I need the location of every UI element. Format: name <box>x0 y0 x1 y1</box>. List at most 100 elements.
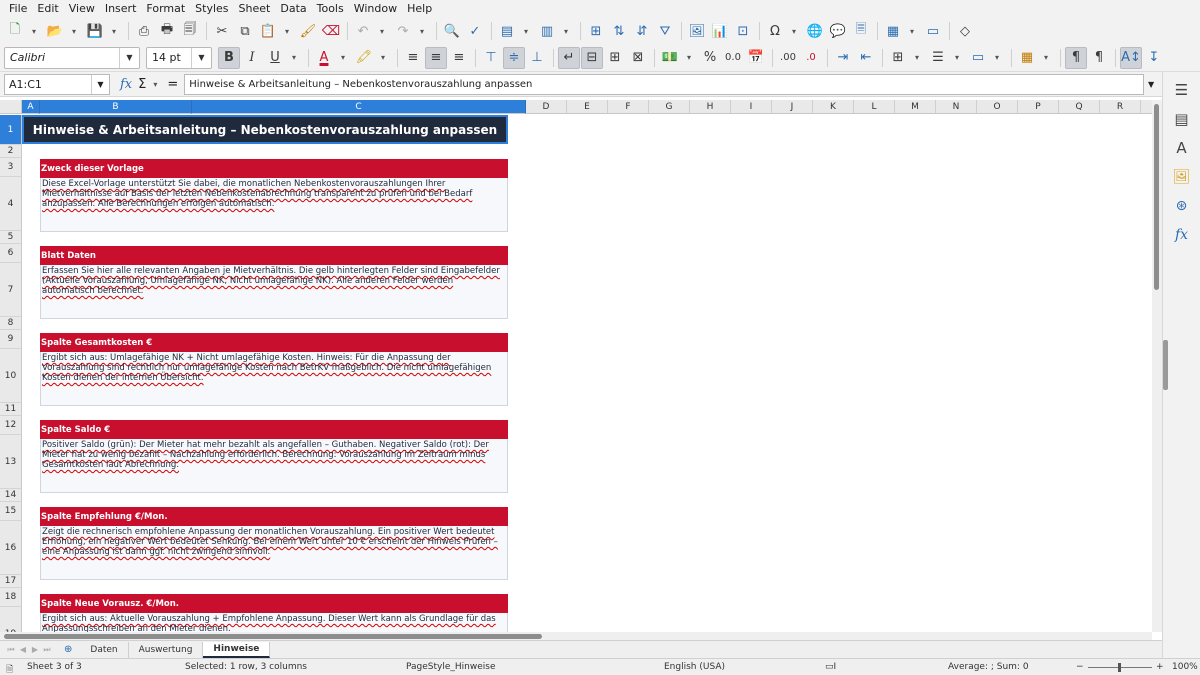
section-body[interactable]: Ergibt sich aus: Aktuelle Vorauszahlung … <box>40 613 508 632</box>
menu-format[interactable]: Format <box>141 2 190 15</box>
border-style-dropdown-icon[interactable]: ▾ <box>950 47 964 69</box>
zoom-in-icon[interactable]: + <box>1156 662 1164 672</box>
special-character-icon[interactable]: Ω <box>764 20 786 42</box>
date-format-icon[interactable]: 📅 <box>745 47 767 69</box>
export-pdf-icon[interactable]: ⎙ <box>133 20 155 42</box>
add-decimal-icon[interactable]: .00 <box>777 47 799 69</box>
underline-dropdown-icon[interactable]: ▾ <box>287 47 301 69</box>
conditional-format-icon[interactable]: ▦ <box>1016 47 1038 69</box>
column-header-o[interactable]: O <box>977 100 1018 114</box>
row-header-3[interactable]: 3 <box>0 158 22 177</box>
previous-sheet-icon[interactable]: ◀ <box>18 645 28 654</box>
row-dropdown-icon[interactable]: ▾ <box>519 20 533 42</box>
chevron-down-icon[interactable]: ▼ <box>191 47 211 68</box>
text-vertical-icon[interactable]: A↕ <box>1120 46 1142 69</box>
freeze-rows-icon[interactable]: ▭ <box>922 20 944 42</box>
row-header-14[interactable]: 14 <box>0 489 22 502</box>
row-icon[interactable]: ▤ <box>496 20 518 42</box>
menu-window[interactable]: Window <box>349 2 402 15</box>
align-left-icon[interactable]: ≡ <box>402 47 424 69</box>
delete-decimal-icon[interactable]: .0 <box>800 47 822 69</box>
vertical-scroll-thumb[interactable] <box>1154 104 1159 290</box>
menu-view[interactable]: View <box>64 2 100 15</box>
chevron-down-icon[interactable]: ▼ <box>91 74 109 94</box>
select-all-corner[interactable] <box>0 100 22 114</box>
menu-tools[interactable]: Tools <box>312 2 349 15</box>
align-middle-icon[interactable]: ≑ <box>503 46 525 69</box>
horizontal-scrollbar[interactable] <box>0 632 1152 640</box>
menu-insert[interactable]: Insert <box>100 2 142 15</box>
wrap-text-icon[interactable]: ↵ <box>558 46 580 69</box>
currency-dropdown-icon[interactable]: ▾ <box>682 47 696 69</box>
row-header-17[interactable]: 17 <box>0 575 22 588</box>
decrease-indent-icon[interactable]: ⇤ <box>855 47 877 69</box>
align-center-icon[interactable]: ≡ <box>425 46 447 69</box>
row-header-6[interactable]: 6 <box>0 244 22 263</box>
document-modified-icon[interactable]: 🗎 <box>6 662 13 675</box>
save-dropdown-icon[interactable]: ▾ <box>107 20 121 42</box>
sum-icon[interactable]: Σ <box>136 77 148 92</box>
section-body[interactable]: Ergibt sich aus: Umlagefähige NK + Nicht… <box>40 352 508 406</box>
row-header-12[interactable]: 12 <box>0 416 22 435</box>
text-direction-ltr-icon[interactable]: ¶ <box>1065 46 1087 69</box>
font-color-icon[interactable]: A <box>313 47 335 69</box>
spelling-icon[interactable]: ✓ <box>464 20 486 42</box>
status-sum[interactable]: Average: ; Sum: 0 <box>948 662 1029 672</box>
header-footer-icon[interactable]: 🗏 <box>850 20 872 42</box>
column-dropdown-icon[interactable]: ▾ <box>559 20 573 42</box>
insert-image-icon[interactable]: 🖼 <box>686 20 708 42</box>
last-sheet-icon[interactable]: ⏭ <box>42 645 52 655</box>
conditional-format-dropdown-icon[interactable]: ▾ <box>1039 47 1053 69</box>
font-size-box[interactable]: 14 pt ▼ <box>146 46 212 69</box>
open-dropdown-icon[interactable]: ▾ <box>67 20 81 42</box>
column-header-e[interactable]: E <box>567 100 608 114</box>
pivot-table-icon[interactable]: ⊡ <box>732 20 754 42</box>
align-right-icon[interactable]: ≡ <box>448 47 470 69</box>
row-header-9[interactable]: 9 <box>0 330 22 349</box>
align-bottom-icon[interactable]: ⊥ <box>526 47 548 69</box>
row-header-15[interactable]: 15 <box>0 502 22 521</box>
status-language[interactable]: English (USA) <box>664 662 725 672</box>
zoom-slider-thumb[interactable] <box>1118 663 1121 672</box>
clone-formatting-icon[interactable]: 🖌 <box>297 20 319 42</box>
menu-help[interactable]: Help <box>402 2 437 15</box>
row-header-4[interactable]: 4 <box>0 177 22 231</box>
column-header-h[interactable]: H <box>690 100 731 114</box>
section-body[interactable]: Positiver Saldo (grün): Der Mieter hat m… <box>40 439 508 493</box>
column-header-d[interactable]: D <box>526 100 567 114</box>
section-body[interactable]: Erfassen Sie hier alle relevanten Angabe… <box>40 265 508 319</box>
section-heading[interactable]: Spalte Saldo € <box>40 420 508 439</box>
align-top-icon[interactable]: ⊤ <box>480 47 502 69</box>
column-header-k[interactable]: K <box>813 100 854 114</box>
find-replace-icon[interactable]: 🔍 <box>441 20 463 42</box>
zoom-out-icon[interactable]: − <box>1076 662 1084 672</box>
font-color-dropdown-icon[interactable]: ▾ <box>336 47 350 69</box>
clear-formatting-icon[interactable]: ⌫ <box>320 20 342 42</box>
insert-chart-icon[interactable]: 📊 <box>709 20 731 42</box>
styles-icon[interactable]: A <box>1170 136 1194 160</box>
bold-icon[interactable]: B <box>218 46 240 69</box>
row-header-8[interactable]: 8 <box>0 317 22 330</box>
section-body[interactable]: Diese Excel-Vorlage unterstützt Sie dabe… <box>40 178 508 232</box>
status-page-style[interactable]: PageStyle_Hinweise <box>406 662 496 672</box>
formula-equals-icon[interactable]: = <box>165 77 180 92</box>
section-heading[interactable]: Zweck dieser Vorlage <box>40 159 508 178</box>
menu-sheet[interactable]: Sheet <box>234 2 276 15</box>
paste-icon[interactable]: 📋 <box>257 20 279 42</box>
comment-icon[interactable]: 💬 <box>827 20 849 42</box>
row-header-10[interactable]: 10 <box>0 349 22 403</box>
sheet-tab-auswertung[interactable]: Auswertung <box>129 641 204 658</box>
section-heading[interactable]: Spalte Gesamtkosten € <box>40 333 508 352</box>
sheet-tab-hinweise[interactable]: Hinweise <box>203 641 271 658</box>
open-folder-icon[interactable]: 📂 <box>44 20 66 42</box>
column-header-s[interactable]: S <box>1141 100 1152 114</box>
column-header-j[interactable]: J <box>772 100 813 114</box>
sidebar-resize-handle[interactable] <box>1163 340 1168 390</box>
sort-ascending-icon[interactable]: ⇅ <box>608 20 630 42</box>
section-heading[interactable]: Spalte Neue Vorausz. €/Mon. <box>40 594 508 613</box>
undo-dropdown-icon[interactable]: ▾ <box>375 20 389 42</box>
column-header-c[interactable]: C <box>192 100 526 114</box>
horizontal-scroll-thumb[interactable] <box>4 634 542 639</box>
section-heading[interactable]: Spalte Empfehlung €/Mon. <box>40 507 508 526</box>
unmerge-cells-icon[interactable]: ⊠ <box>627 47 649 69</box>
